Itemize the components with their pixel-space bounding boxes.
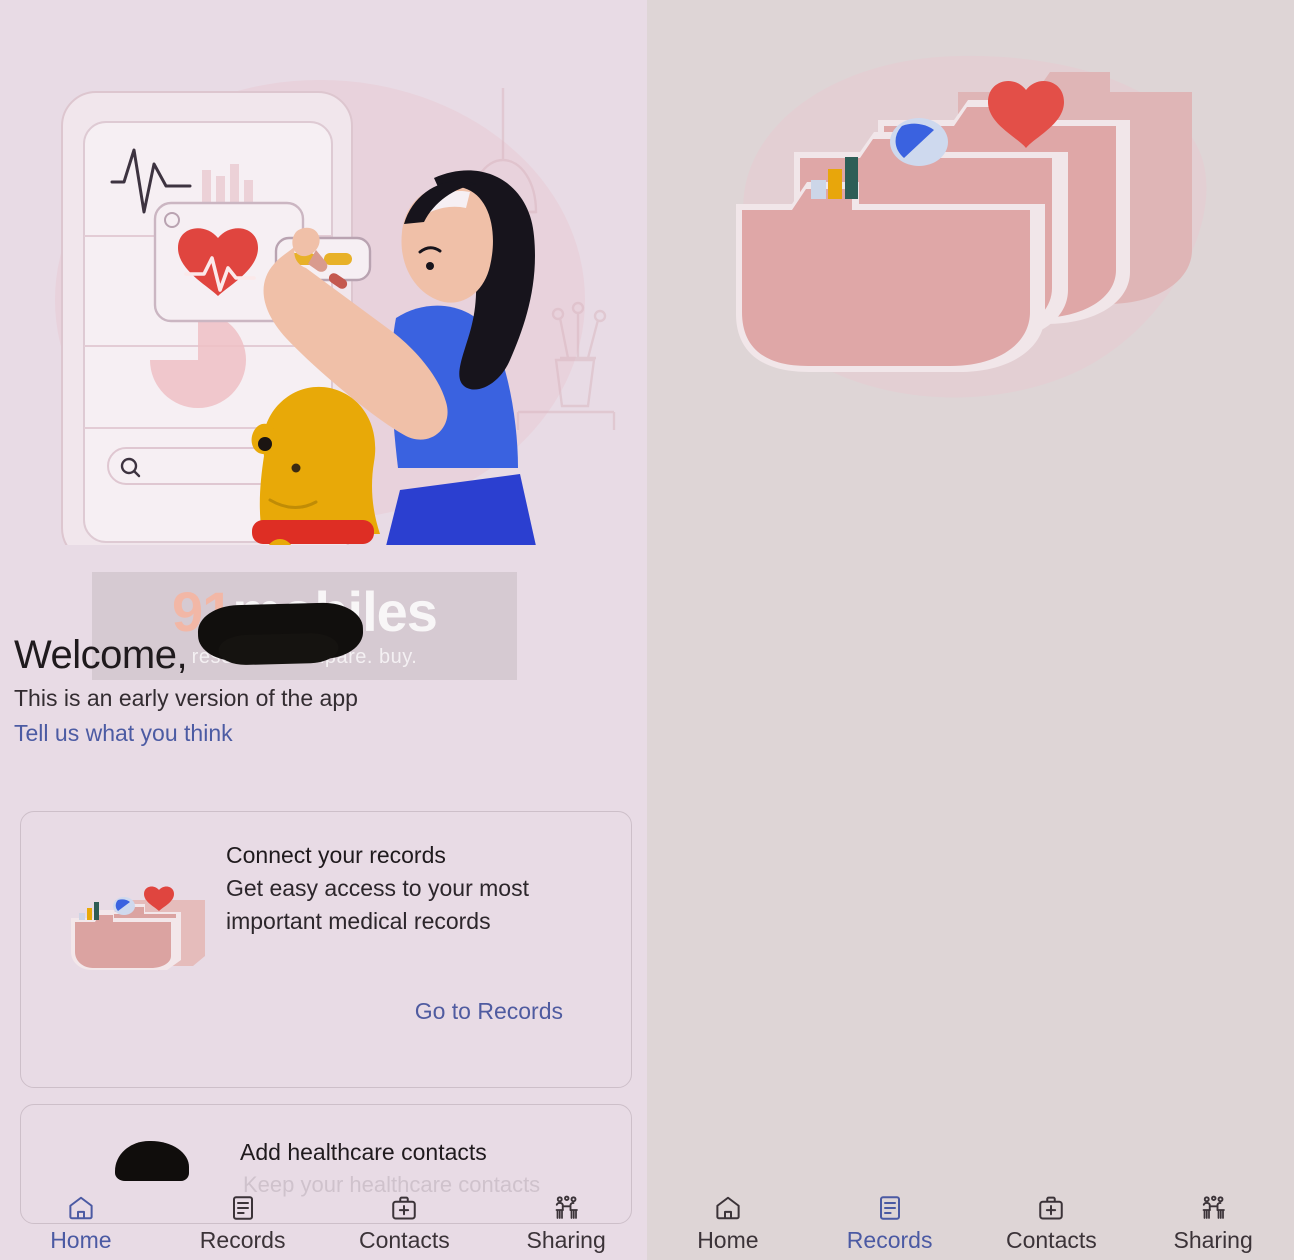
nav-label: Contacts [358,1227,450,1253]
connect-records-card[interactable]: Connect your records Get easy access to … [20,811,632,1088]
medical-records-folders-illustration [736,55,1207,398]
welcome-subtitle: This is an early version of the app [14,685,358,711]
home-icon [66,1193,96,1223]
left-phone-screen: 91mobiles research. compare. buy. Welcom… [0,0,647,1260]
go-to-records-link[interactable]: Go to Records [415,998,563,1025]
redacted-name-blob [197,601,364,663]
nav-label: Sharing [526,1227,606,1253]
people-sharing-icon [551,1193,581,1223]
records-document-icon [228,1193,258,1223]
right-phone-screen: Get easy access to your most important m… [647,0,1294,1260]
card-title: Add healthcare contacts [240,1139,487,1165]
nav-label: Records [199,1227,286,1253]
nav-item-records[interactable]: Records [809,1186,971,1260]
welcome-block: Welcome, This is an early version of the… [14,601,364,747]
home-icon [713,1193,743,1223]
people-sharing-icon [1198,1193,1228,1223]
nav-item-records[interactable]: Records [162,1186,324,1260]
records-document-icon [875,1193,905,1223]
nav-label: Contacts [1005,1227,1097,1253]
nav-label: Records [846,1227,933,1253]
nav-item-contacts[interactable]: Contacts [324,1186,486,1260]
nav-label: Home [697,1227,759,1253]
nav-label: Sharing [1173,1227,1253,1253]
card-title: Connect your records [226,842,446,868]
nav-item-contacts[interactable]: Contacts [971,1186,1133,1260]
nav-item-sharing[interactable]: Sharing [1132,1186,1294,1260]
medical-bag-plus-icon [1036,1193,1066,1223]
feedback-link[interactable]: Tell us what you think [14,719,358,747]
medical-bag-plus-icon [389,1193,419,1223]
nav-item-home[interactable]: Home [647,1186,809,1260]
contacts-redacted-icon [115,1141,189,1181]
connect-records-card-body: Connect your records Get easy access to … [226,840,613,938]
woman-phone-dog-health-illustration [55,80,616,545]
folders-records-icon [71,886,205,970]
bottom-navigation-right: Home Records Contacts Sharing [647,1186,1294,1260]
nav-item-sharing[interactable]: Sharing [485,1186,647,1260]
bottom-navigation-left: Home Records Contacts Sharing [0,1186,647,1260]
nav-item-home[interactable]: Home [0,1186,162,1260]
nav-label: Home [50,1227,112,1253]
card-description: Get easy access to your most important m… [226,875,529,934]
